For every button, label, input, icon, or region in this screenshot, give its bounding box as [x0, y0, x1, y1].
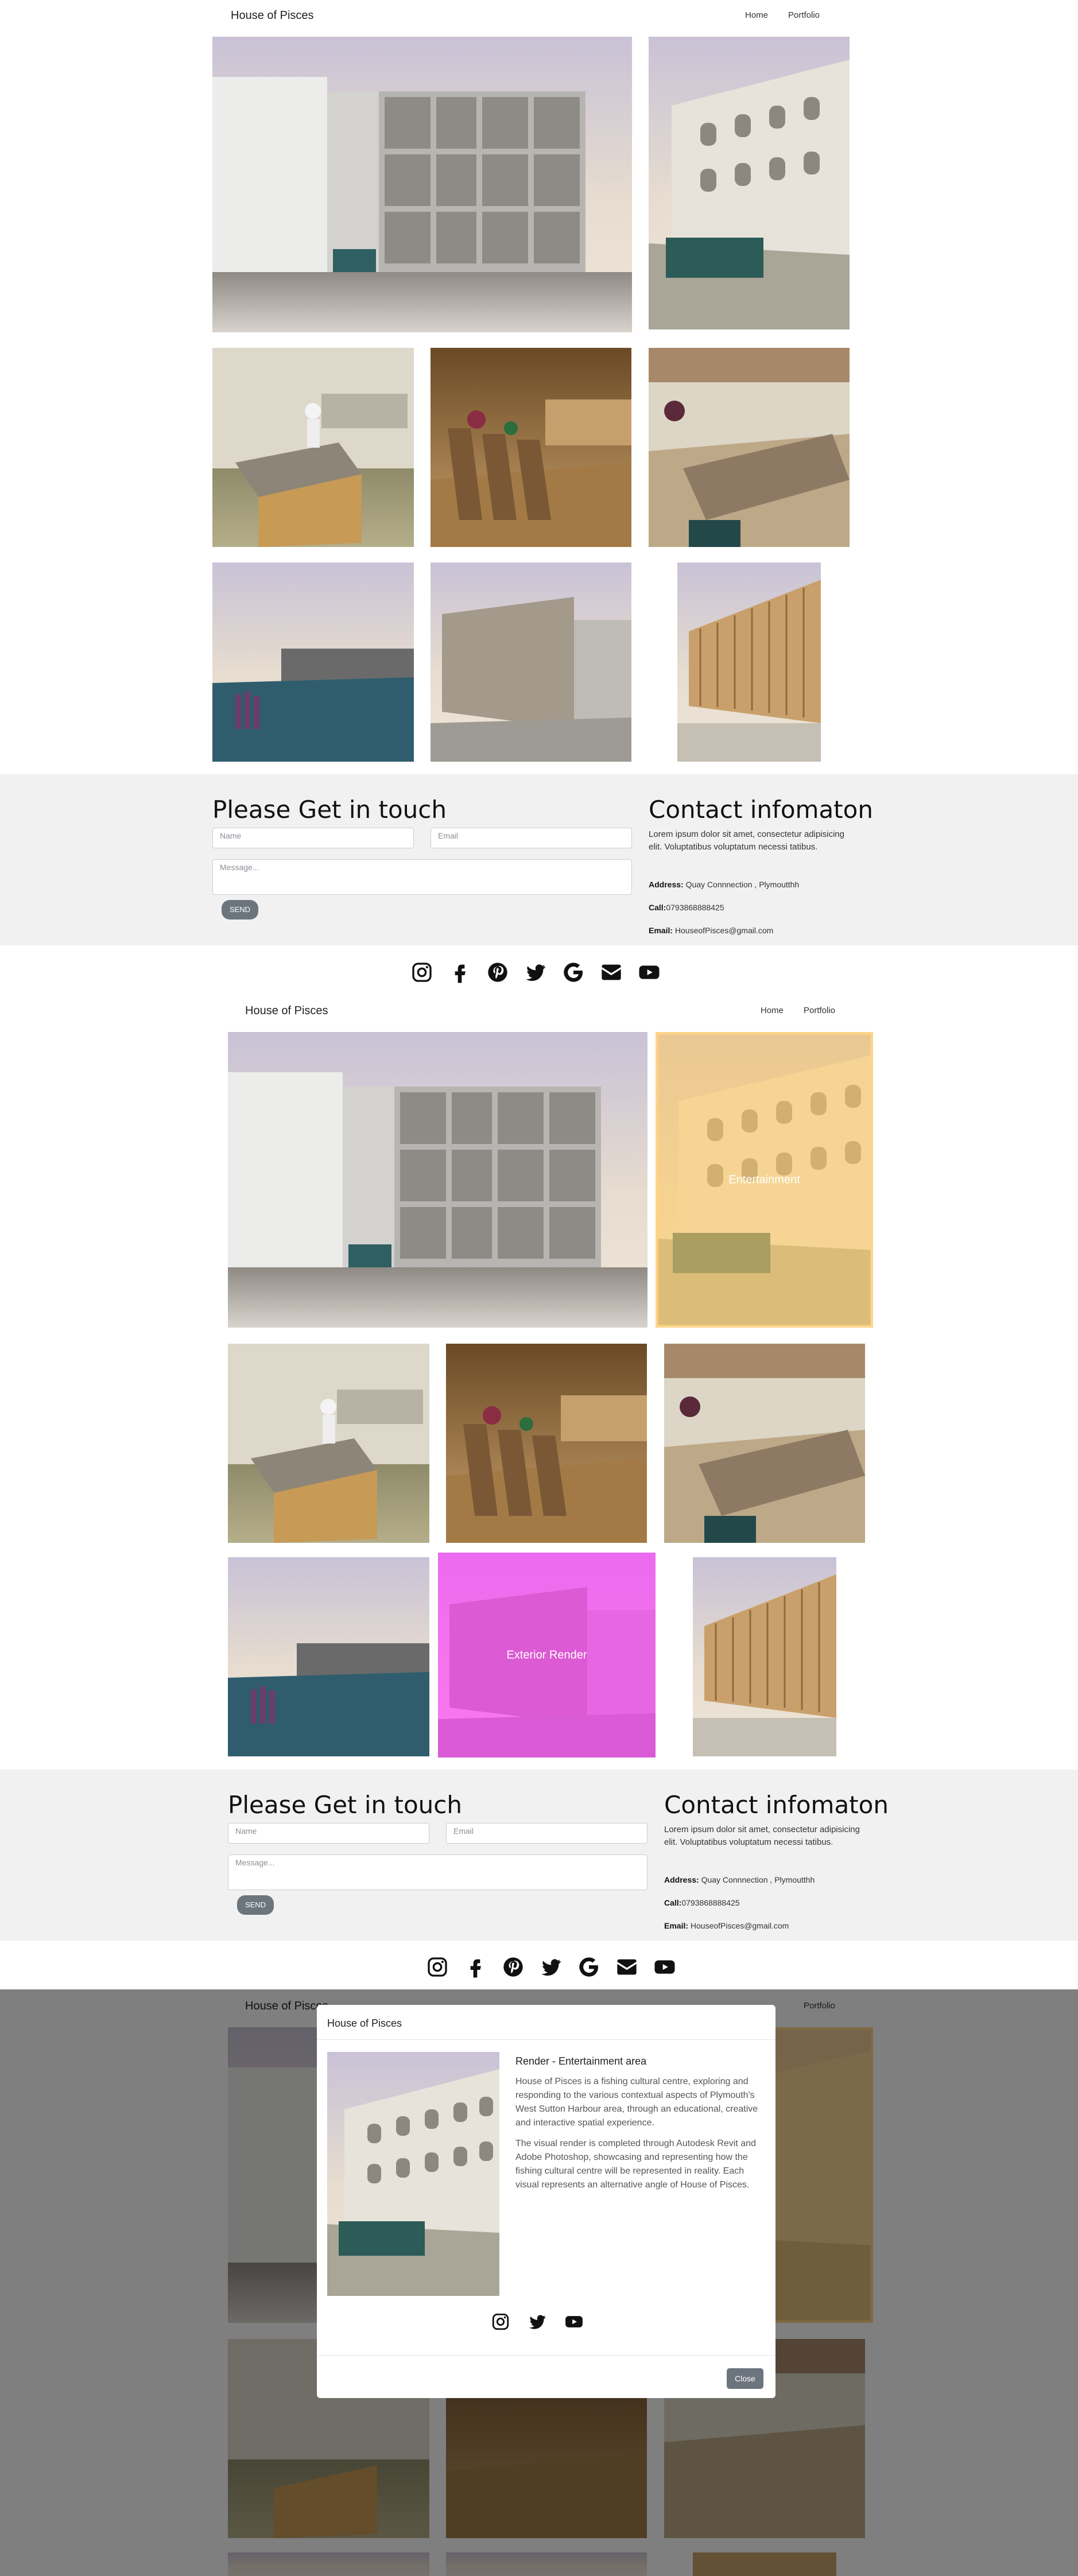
twitter-icon[interactable]	[524, 961, 547, 984]
send-button-2[interactable]: SEND	[237, 1895, 274, 1915]
brand-2[interactable]: House of Pisces	[245, 1004, 328, 1018]
google-icon[interactable]	[577, 1956, 600, 1978]
facebook-icon[interactable]	[464, 1956, 487, 1978]
email-field[interactable]: Email	[431, 828, 632, 848]
contact-email: Email: HouseofPisces@gmail.com	[649, 926, 774, 935]
send-button[interactable]: SEND	[222, 900, 258, 920]
render-entertainment-hover[interactable]: Entertainment	[656, 1032, 873, 1328]
caption-exterior: Exterior Render	[506, 1648, 587, 1661]
contact-address-2: Address: Quay Connnection , Plymoutthh	[664, 1875, 815, 1884]
instagram-icon[interactable]	[491, 2312, 510, 2331]
render-dining[interactable]	[649, 348, 850, 547]
render-pool-exterior-2[interactable]	[228, 1557, 429, 1756]
render-pool-exterior[interactable]	[212, 562, 414, 762]
render-exterior[interactable]	[431, 562, 631, 762]
social-links-2	[426, 1956, 676, 1978]
nav-home-2[interactable]: Home	[761, 1006, 784, 1015]
nav-portfolio-2[interactable]: Portfolio	[804, 1006, 835, 1015]
nav-home[interactable]: Home	[745, 10, 768, 20]
modal-paragraph-1: House of Pisces is a fishing cultural ce…	[515, 2077, 758, 2128]
contact-info-title: Contact infomaton	[649, 796, 873, 824]
pinterest-icon[interactable]	[486, 961, 509, 984]
render-facade[interactable]	[677, 562, 821, 762]
render-facade-2[interactable]	[693, 1557, 836, 1756]
contact-form-title: Please Get in touch	[212, 796, 447, 824]
render-seating-2[interactable]	[446, 1344, 647, 1543]
youtube-icon[interactable]	[653, 1956, 676, 1978]
contact-info-body: Lorem ipsum dolor sit amet, consectetur …	[649, 829, 844, 852]
render-kitchen[interactable]	[212, 348, 414, 547]
modal-social-links	[491, 2312, 584, 2331]
contact-info-body-2: Lorem ipsum dolor sit amet, consectetur …	[664, 1825, 860, 1847]
message-field[interactable]: Message...	[212, 859, 632, 895]
instagram-icon[interactable]	[426, 1956, 449, 1978]
google-icon[interactable]	[562, 961, 585, 984]
modal-header-divider	[317, 2039, 775, 2040]
close-button[interactable]: Close	[727, 2368, 763, 2389]
render-section-cut[interactable]	[212, 37, 632, 332]
instagram-icon[interactable]	[410, 961, 433, 984]
render-exterior-hover[interactable]: Exterior Render	[438, 1553, 656, 1758]
twitter-icon[interactable]	[540, 1956, 563, 1978]
message-field-2[interactable]: Message...	[228, 1855, 647, 1890]
modal-render-entertainment	[327, 2052, 499, 2296]
youtube-icon[interactable]	[564, 2312, 584, 2331]
youtube-icon[interactable]	[638, 961, 661, 984]
contact-email-2: Email: HouseofPisces@gmail.com	[664, 1921, 789, 1930]
modal-title: House of Pisces	[327, 2018, 402, 2029]
render-section-cut-2[interactable]	[228, 1032, 647, 1328]
render-dining-2[interactable]	[664, 1344, 865, 1543]
nav-portfolio[interactable]: Portfolio	[788, 10, 820, 20]
brand[interactable]: House of Pisces	[231, 9, 314, 22]
name-field[interactable]: Name	[212, 828, 414, 848]
modal-footer-divider	[317, 2355, 775, 2356]
pinterest-icon[interactable]	[502, 1956, 525, 1978]
facebook-icon[interactable]	[448, 961, 471, 984]
email-field-2[interactable]: Email	[446, 1823, 647, 1844]
caption-entertainment: Entertainment	[728, 1173, 800, 1186]
contact-info-title-2: Contact infomaton	[664, 1791, 889, 1819]
envelope-icon[interactable]	[600, 961, 623, 984]
render-seating[interactable]	[431, 348, 631, 547]
modal-heading: Render - Entertainment area	[515, 2055, 647, 2067]
contact-form-title-2: Please Get in touch	[228, 1791, 462, 1819]
modal-paragraph-2: The visual render is completed through A…	[515, 2139, 756, 2190]
twitter-icon[interactable]	[528, 2312, 547, 2331]
contact-address: Address: Quay Connnection , Plymoutthh	[649, 880, 800, 889]
render-entertainment[interactable]	[649, 37, 850, 329]
contact-call: Call:0793868888425	[649, 903, 724, 912]
name-field-2[interactable]: Name	[228, 1823, 429, 1844]
modal-dialog: House of Pisces Render - Entertainment a…	[317, 2005, 775, 2398]
social-links	[410, 961, 661, 984]
envelope-icon[interactable]	[615, 1956, 638, 1978]
contact-call-2: Call:0793868888425	[664, 1898, 740, 1907]
render-kitchen-2[interactable]	[228, 1344, 429, 1543]
